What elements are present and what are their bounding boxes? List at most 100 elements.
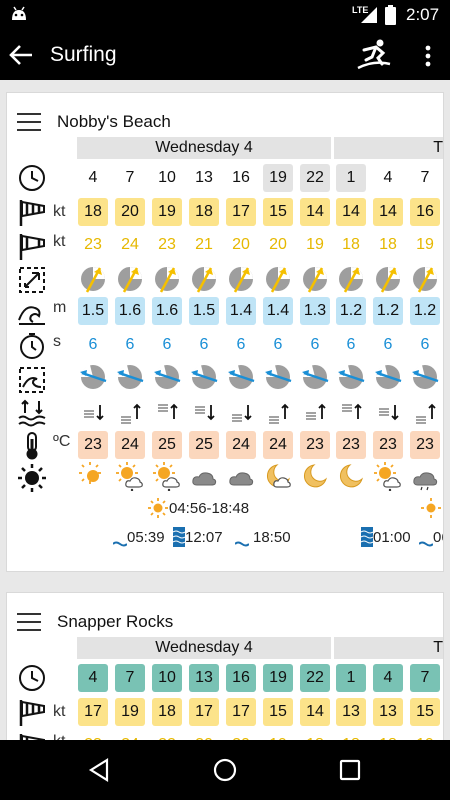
- wave-direction-icon: [19, 367, 45, 393]
- wind-speed-cell: 18: [189, 198, 219, 226]
- wind-direction-icon: [19, 267, 45, 293]
- hour-cell: 10: [152, 664, 182, 692]
- tide-rising-icon: [306, 403, 326, 420]
- wind-unit: kt: [53, 203, 66, 220]
- status-clock: 2:07: [406, 5, 440, 24]
- weather-sun-rain-icon: [374, 462, 401, 491]
- tide-falling-icon: [84, 405, 104, 421]
- wind-speed-cell: 16: [410, 198, 440, 226]
- hour-cell: 7: [125, 169, 135, 186]
- page-title: Surfing: [50, 43, 117, 66]
- nav-home-icon[interactable]: [213, 758, 237, 782]
- hour-cell: 4: [78, 664, 108, 692]
- wave-height-cell: 1.3: [300, 297, 330, 325]
- weather-sun-icon: [18, 464, 46, 492]
- sun-small-icon: [421, 498, 441, 518]
- wind-speed-cell: 18: [152, 698, 182, 726]
- back-arrow-icon[interactable]: [8, 42, 34, 68]
- tide-rising-icon: [121, 403, 141, 424]
- more-options-icon[interactable]: [420, 44, 436, 68]
- temperature-cell: 25: [189, 431, 219, 459]
- wind-speed-cell: 13: [373, 698, 403, 726]
- wind-direction-arrow: [376, 267, 400, 293]
- thermometer-icon: [26, 432, 38, 460]
- hour-cell: 1: [336, 664, 366, 692]
- hour-cell: 19: [263, 664, 293, 692]
- swell-direction-arrow: [191, 365, 218, 389]
- hour-cell: 4: [383, 169, 393, 186]
- wind-direction-arrow: [229, 267, 253, 293]
- temperature-cell: 24: [115, 431, 145, 459]
- wind-gust-cell: 18: [300, 731, 330, 740]
- sun-small-icon: [148, 498, 168, 518]
- wind-direction-arrow: [155, 267, 179, 293]
- wind-direction-arrow: [303, 267, 327, 293]
- low-tide-icon: [113, 541, 127, 547]
- system-nav-bar: [0, 740, 450, 800]
- wind-speed-cell: 19: [152, 198, 182, 226]
- clock-icon: [19, 165, 45, 191]
- wave-period-cell: 6: [125, 336, 135, 353]
- wind-speed-cell: 15: [410, 698, 440, 726]
- swell-direction-arrow: [228, 365, 255, 389]
- low-tide-icon: [419, 541, 433, 547]
- wind-gust-cell: 19: [306, 236, 324, 253]
- tide-time: 12:07: [185, 529, 223, 546]
- wind-gust-cell: 23: [78, 731, 108, 740]
- app-bar: Surfing: [0, 30, 450, 80]
- spot-name: Snapper Rocks: [57, 612, 174, 631]
- weather-sun-rain-icon: [153, 462, 180, 491]
- wave-period-cell: 6: [162, 336, 172, 353]
- wave-period-cell: 6: [199, 336, 209, 353]
- windsock-icon: [19, 700, 45, 726]
- weather-cloud-icon: [229, 472, 254, 486]
- nav-recents-icon[interactable]: [339, 759, 361, 781]
- swell-direction-arrow: [375, 365, 402, 389]
- wave-period-cell: 6: [346, 336, 356, 353]
- wind-direction-arrow: [118, 267, 142, 293]
- tide-falling-icon: [232, 405, 252, 422]
- wave-unit: m: [53, 299, 67, 316]
- temperature-cell: 23: [78, 431, 108, 459]
- hour-cell: 22: [300, 664, 330, 692]
- tide-falling-icon: [195, 405, 215, 421]
- hour-cell: 13: [195, 169, 213, 186]
- wave-height-icon: [18, 306, 45, 325]
- card-menu-icon[interactable]: [17, 113, 41, 131]
- wind-direction-arrow: [339, 267, 363, 293]
- wind-gust-cell: 23: [158, 236, 176, 253]
- wind-speed-cell: 17: [226, 198, 256, 226]
- wind-direction-arrow: [81, 267, 105, 293]
- wind-gust-cell: 24: [121, 236, 139, 253]
- nav-back-icon[interactable]: [88, 758, 110, 782]
- wave-period-cell: 6: [420, 336, 430, 353]
- gust-windsock-icon: [19, 234, 45, 260]
- battery-icon: [385, 5, 396, 25]
- tide-time: 18:50: [253, 529, 291, 546]
- hour-cell: 19: [263, 164, 293, 192]
- clock-icon: [19, 665, 45, 691]
- forecast-list[interactable]: Nobby's Beach Wednesday 4 T kt kt m s ºC…: [0, 80, 450, 740]
- hour-cell: 10: [158, 169, 176, 186]
- stopwatch-icon: [20, 333, 44, 359]
- high-tide-icon: [361, 527, 373, 547]
- hour-cell: 4: [88, 169, 98, 186]
- temperature-cell: 23: [373, 431, 403, 459]
- card-menu-icon[interactable]: [17, 613, 41, 631]
- wind-direction-arrow: [413, 267, 437, 293]
- signal-icon: [361, 7, 377, 23]
- sunrise-sunset: 04:56-18:48: [169, 500, 250, 517]
- temperature-cell: 23: [300, 431, 330, 459]
- weather-moon-icon: [303, 464, 327, 488]
- hour-cell: 7: [420, 169, 430, 186]
- weather-moon-cloud-icon: [266, 464, 291, 488]
- surfer-icon[interactable]: [356, 38, 392, 72]
- wave-height-cell: 1.6: [115, 297, 145, 325]
- hour-cell: 7: [410, 664, 440, 692]
- temperature-cell: 25: [152, 431, 182, 459]
- hour-cell: 16: [226, 664, 256, 692]
- wind-gust-cell: 19: [410, 731, 440, 740]
- gust-unit: kt: [53, 733, 65, 740]
- tide-rising-icon: [158, 403, 178, 419]
- wind-gust-cell: 20: [226, 731, 256, 740]
